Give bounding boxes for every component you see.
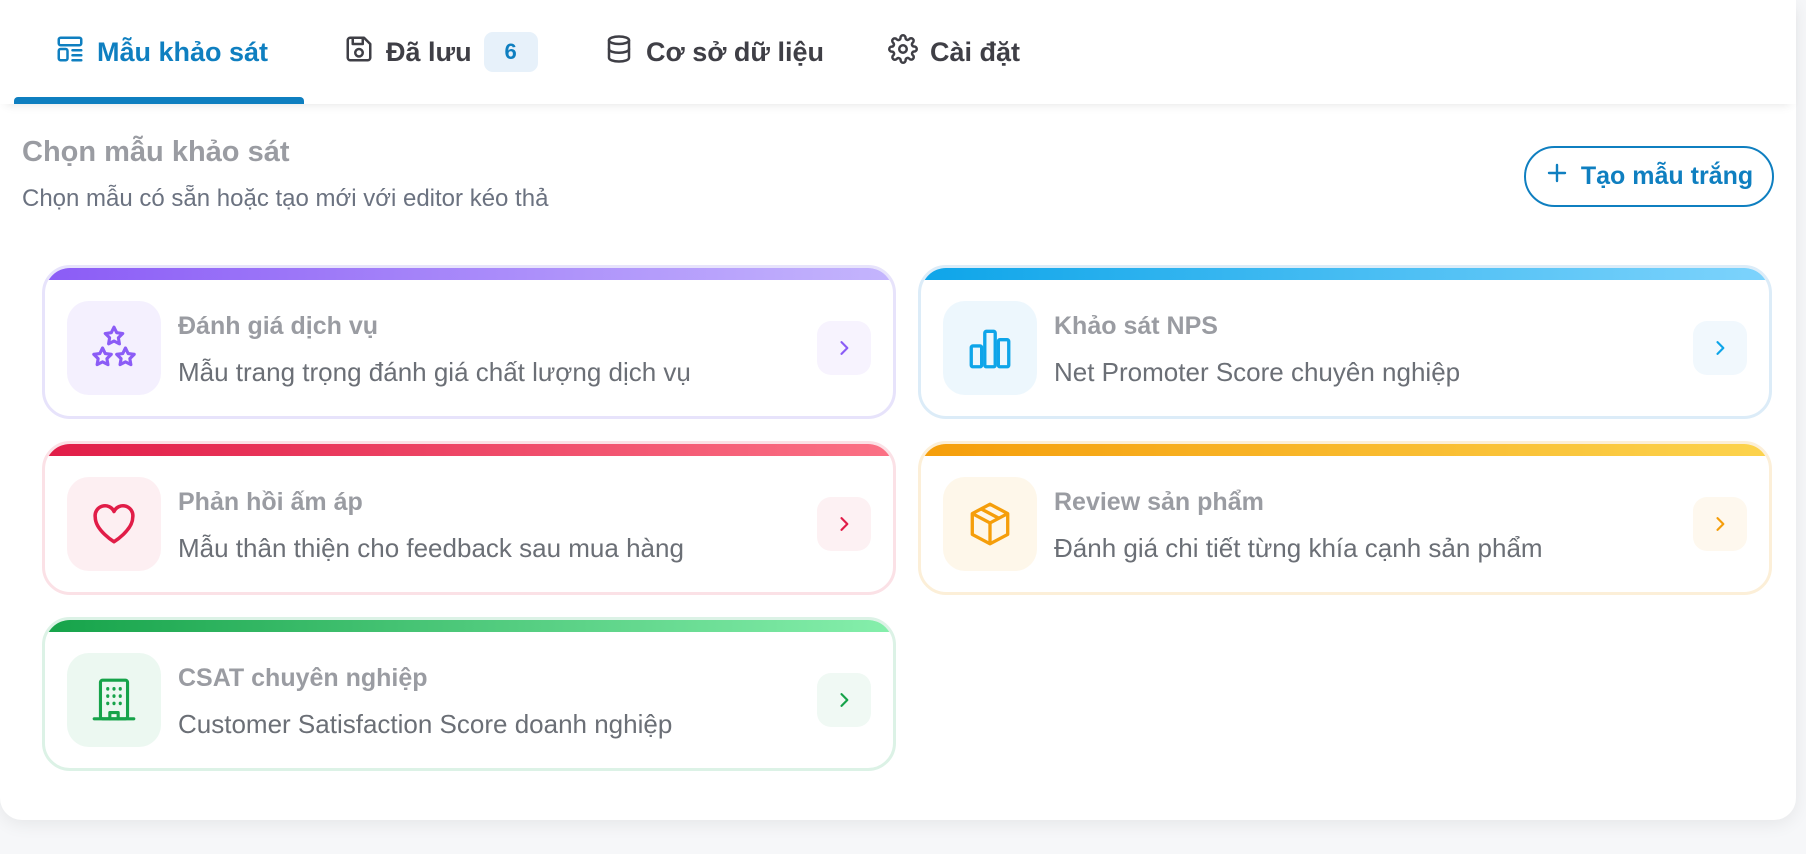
create-blank-template-button[interactable]: Tạo mẫu trắng [1524,146,1774,207]
tab-label: Mẫu khảo sát [97,36,269,67]
stars-icon [67,301,161,395]
card-title: CSAT chuyên nghiệp [178,664,428,692]
chevron-right-icon[interactable] [1693,321,1747,375]
card-description: Mẫu trang trọng đánh giá chất lượng dịch… [178,357,691,387]
card-description: Đánh giá chi tiết từng khía cạnh sản phẩ… [1054,533,1543,563]
building-icon [67,653,161,747]
template-card-service-rating[interactable]: Đánh giá dịch vụ Mẫu trang trọng đánh gi… [42,265,896,419]
create-button-label: Tạo mẫu trắng [1580,162,1754,190]
template-card-warm-feedback[interactable]: Phản hồi ấm áp Mẫu thân thiện cho feedba… [42,441,896,595]
save-icon [344,34,374,71]
bar-chart-icon [943,301,1037,395]
plus-icon [1545,161,1569,192]
chevron-right-icon[interactable] [817,497,871,551]
gear-icon [888,33,918,71]
page-subtitle: Chọn mẫu có sẵn hoặc tạo mới với editor … [22,185,549,212]
database-icon [604,34,634,71]
heart-icon [67,477,161,571]
tab-database[interactable]: Cơ sở dữ liệu [604,0,824,104]
page-title: Chọn mẫu khảo sát [22,136,290,168]
saved-count-badge: 6 [483,32,538,72]
chevron-right-icon[interactable] [1693,497,1747,551]
tab-settings[interactable]: Cài đặt [888,0,1020,104]
template-card-product-review[interactable]: Review sản phẩm Đánh giá chi tiết từng k… [918,441,1772,595]
card-title: Review sản phẩm [1054,488,1264,516]
card-accent-bar [45,444,893,456]
tab-bar: Mẫu khảo sát Đã lưu 6 Cơ sở dữ liệu Cài … [0,0,1796,104]
card-description: Mẫu thân thiện cho feedback sau mua hàng [178,533,684,563]
card-accent-bar [45,620,893,632]
card-title: Phản hồi ấm áp [178,488,363,516]
card-description: Customer Satisfaction Score doanh nghiệp [178,709,673,739]
tab-label: Cài đặt [930,36,1021,67]
card-accent-bar [921,444,1769,456]
package-icon [943,477,1037,571]
tab-label: Đã lưu [386,36,472,67]
chevron-right-icon[interactable] [817,321,871,375]
template-card-csat[interactable]: CSAT chuyên nghiệp Customer Satisfaction… [42,617,896,771]
active-tab-indicator [14,97,304,104]
card-title: Đánh giá dịch vụ [178,312,379,340]
card-description: Net Promoter Score chuyên nghiệp [1054,357,1461,387]
template-icon [55,34,85,71]
card-accent-bar [45,268,893,280]
card-accent-bar [921,268,1769,280]
template-card-nps[interactable]: Khảo sát NPS Net Promoter Score chuyên n… [918,265,1772,419]
card-title: Khảo sát NPS [1054,312,1218,340]
tab-saved[interactable]: Đã lưu 6 [344,0,538,104]
tab-survey-templates[interactable]: Mẫu khảo sát [55,0,268,104]
chevron-right-icon[interactable] [817,673,871,727]
tab-label: Cơ sở dữ liệu [646,36,824,67]
